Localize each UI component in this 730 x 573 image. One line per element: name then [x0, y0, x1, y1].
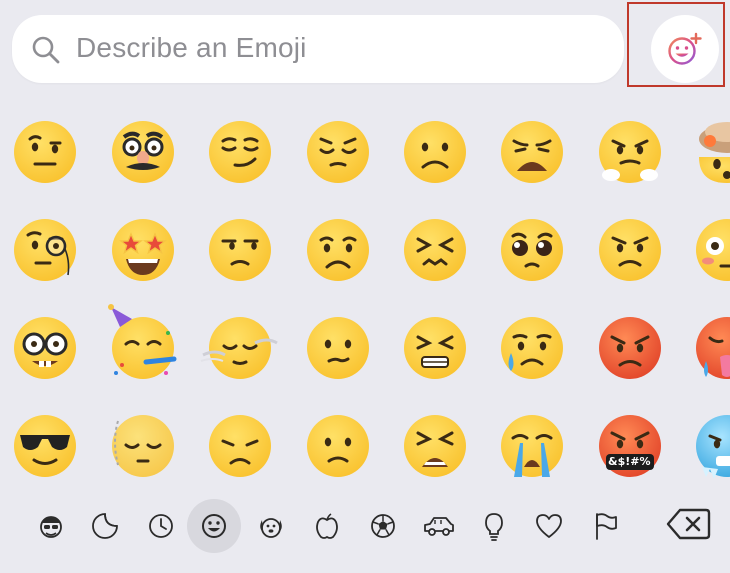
neutral-face-raised-eyebrow-emoji[interactable] [10, 117, 80, 187]
sunglasses-face-emoji[interactable] [10, 411, 80, 481]
cursing-symbols: &$!#% [608, 455, 651, 468]
hot-face-emoji[interactable] [692, 313, 730, 383]
dotted-line-face-emoji[interactable] [108, 411, 178, 481]
persevering-face-emoji[interactable] [400, 313, 470, 383]
nerd-face-emoji[interactable] [10, 313, 80, 383]
unamused-face-emoji[interactable] [205, 215, 275, 285]
category-smileys[interactable] [187, 499, 241, 553]
category-objects-lightbulb[interactable] [473, 505, 515, 547]
loudly-crying-face-emoji[interactable] [497, 411, 567, 481]
frowning-face-emoji[interactable] [400, 117, 470, 187]
flushed-face-emoji[interactable] [692, 215, 730, 285]
smirking-face-emoji[interactable] [205, 117, 275, 187]
travel-car-icon [424, 517, 454, 536]
angry-face-emoji[interactable] [595, 215, 665, 285]
monocle-face-emoji[interactable] [10, 215, 80, 285]
face-in-clouds-emoji[interactable] [200, 313, 278, 383]
search-placeholder: Describe an Emoji [76, 32, 307, 63]
smileys-icon [202, 514, 226, 538]
flags-icon [596, 513, 617, 540]
category-recent-clock[interactable] [140, 505, 182, 547]
symbols-heart-icon [536, 514, 562, 538]
delete-backspace-icon [666, 508, 711, 540]
pleading-face-emoji[interactable] [497, 215, 567, 285]
pensive-face-emoji[interactable] [303, 117, 373, 187]
genmoji-button[interactable] [651, 15, 719, 83]
steam-from-nose-face-emoji[interactable] [595, 117, 665, 187]
stickers-icon [92, 513, 118, 539]
tired-face-emoji[interactable] [400, 411, 470, 481]
category-animals[interactable] [250, 505, 292, 547]
food-apple-icon [316, 513, 338, 539]
disappointed-face-emoji[interactable] [205, 411, 275, 481]
partying-face-emoji[interactable] [108, 304, 178, 383]
emoji-category-bar [0, 497, 730, 557]
search-icon [32, 36, 60, 64]
recent-clock-icon [149, 514, 173, 538]
genmoji-create-icon [668, 32, 702, 65]
confused-face-emoji[interactable] [303, 313, 373, 383]
category-symbols-heart[interactable] [528, 505, 570, 547]
category-activity-soccer[interactable] [362, 505, 404, 547]
worried-face-emoji[interactable] [303, 215, 373, 285]
category-flags[interactable] [584, 505, 626, 547]
disguised-face-emoji[interactable] [108, 117, 178, 187]
category-travel-car[interactable] [417, 505, 459, 547]
weary-face-emoji[interactable] [497, 117, 567, 187]
emoji-search-bar[interactable]: Describe an Emoji [12, 15, 624, 83]
activity-soccer-icon [371, 514, 395, 538]
star-struck-emoji[interactable] [108, 215, 178, 285]
slightly-frowning-face-emoji[interactable] [303, 411, 373, 481]
exploding-head-emoji[interactable] [692, 117, 730, 187]
sad-but-relieved-face-emoji[interactable] [497, 313, 567, 383]
animals-icon [260, 518, 282, 538]
objects-lightbulb-icon [485, 513, 503, 541]
cold-face-emoji[interactable] [692, 411, 730, 481]
delete-key[interactable] [666, 507, 712, 545]
pouting-face-emoji[interactable] [595, 313, 665, 383]
category-memoji[interactable] [30, 505, 72, 547]
memoji-icon [40, 516, 62, 538]
cursing-face-emoji[interactable]: &$!#% [595, 411, 665, 481]
confounded-face-emoji[interactable] [400, 215, 470, 285]
category-food-apple[interactable] [306, 505, 348, 547]
category-stickers[interactable] [84, 505, 126, 547]
